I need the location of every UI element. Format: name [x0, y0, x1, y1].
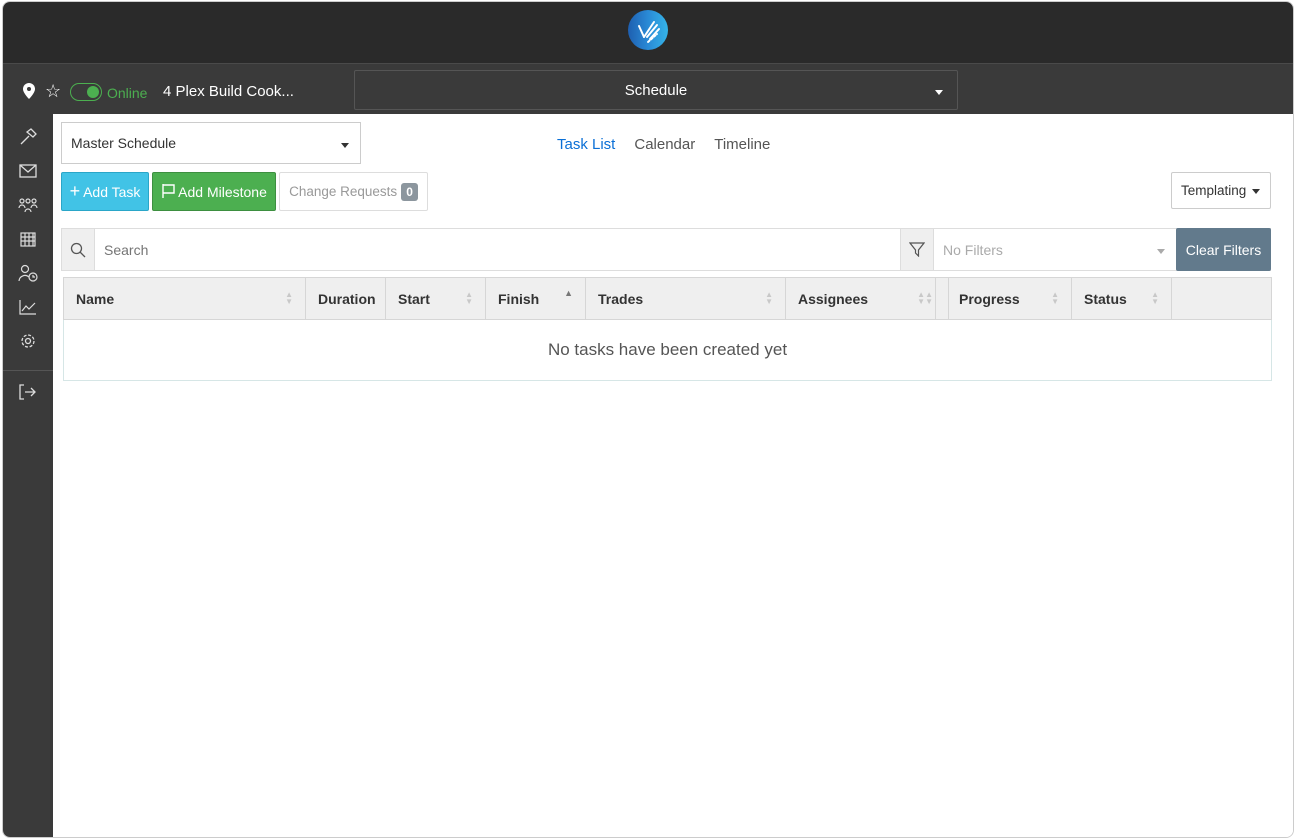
location-pin-icon[interactable]	[23, 83, 35, 104]
filter-icon	[900, 229, 934, 270]
chart-icon[interactable]	[3, 290, 53, 324]
column-header-start[interactable]: Start ▲ ▼	[386, 278, 486, 319]
chevron-down-icon	[1157, 249, 1165, 254]
plus-icon: +	[69, 181, 81, 201]
empty-table-message: No tasks have been created yet	[63, 320, 1272, 381]
sidebar-divider	[3, 370, 53, 371]
column-label: Progress	[959, 290, 1020, 307]
templating-dropdown[interactable]: Templating	[1171, 172, 1271, 209]
filter-select[interactable]: No Filters	[935, 229, 1175, 270]
user-clock-icon[interactable]	[3, 256, 53, 290]
column-header-name[interactable]: Name ▲ ▼	[64, 278, 306, 319]
add-milestone-label: Add Milestone	[178, 183, 267, 200]
change-requests-button[interactable]: Change Requests 0	[279, 172, 428, 211]
templating-label: Templating	[1181, 183, 1247, 198]
hammer-icon[interactable]	[3, 120, 53, 154]
search-input[interactable]	[96, 229, 900, 270]
main-content: Master Schedule Task List Calendar Timel…	[53, 114, 1293, 837]
tab-timeline[interactable]: Timeline	[714, 136, 770, 153]
chevron-down-icon	[935, 90, 943, 95]
online-status: Online	[107, 85, 148, 101]
add-task-label: Add Task	[83, 183, 141, 200]
add-milestone-button[interactable]: Add Milestone	[152, 172, 276, 211]
column-header-duration[interactable]: Duration	[306, 278, 386, 319]
column-header-finish[interactable]: Finish ▲	[486, 278, 586, 319]
column-header-progress[interactable]: Progress ▲ ▼	[947, 278, 1072, 319]
search-icon	[62, 229, 95, 270]
sort-icon: ▲▲ ▼▼	[917, 290, 933, 306]
chevron-down-icon	[341, 143, 349, 148]
sort-icon: ▲ ▼	[285, 290, 293, 306]
tab-calendar[interactable]: Calendar	[634, 136, 695, 153]
column-header-assignees[interactable]: Assignees ▲▲ ▼▼	[786, 278, 936, 319]
column-label: Status	[1084, 290, 1127, 307]
column-label: Start	[398, 290, 430, 307]
table-header: Name ▲ ▼ Duration Start ▲ ▼ Finish ▲ Trades ▲ ▼…	[63, 277, 1272, 320]
add-task-button[interactable]: + Add Task	[61, 172, 149, 211]
change-requests-badge: 0	[401, 182, 418, 201]
tab-task-list[interactable]: Task List	[557, 136, 615, 153]
project-bar: ☆ Online 4 Plex Build Cook... Schedule	[3, 64, 1293, 114]
column-label: Finish	[498, 290, 540, 307]
view-tabs: Task List Calendar Timeline	[557, 136, 770, 153]
flag-icon	[161, 183, 176, 201]
sort-icon: ▲ ▼	[465, 290, 473, 306]
top-bar	[3, 2, 1293, 64]
calendar-icon[interactable]	[3, 222, 53, 256]
logout-icon[interactable]	[3, 375, 53, 409]
section-select[interactable]: Schedule	[354, 70, 958, 110]
app-window: ☆ Online 4 Plex Build Cook... Schedule M…	[2, 1, 1294, 838]
filter-select-value: No Filters	[943, 241, 1003, 258]
column-label: Assignees	[798, 290, 869, 307]
column-label: Duration	[318, 290, 376, 307]
users-icon[interactable]	[3, 188, 53, 222]
sidebar	[3, 114, 53, 837]
change-requests-label: Change Requests	[289, 184, 398, 199]
star-icon[interactable]: ☆	[45, 82, 61, 100]
search-bar: No Filters Clear Filters	[61, 228, 1271, 271]
schedule-select-value: Master Schedule	[71, 135, 177, 151]
project-name[interactable]: 4 Plex Build Cook...	[163, 83, 294, 100]
schedule-select[interactable]: Master Schedule	[61, 122, 361, 164]
sort-ascending-icon: ▲	[564, 288, 573, 298]
mail-icon[interactable]	[3, 154, 53, 188]
section-label: Schedule	[624, 81, 688, 99]
sort-icon: ▲ ▼	[765, 290, 773, 306]
column-header-status[interactable]: Status ▲ ▼	[1072, 278, 1172, 319]
online-toggle[interactable]	[70, 83, 102, 101]
sort-icon: ▲ ▼	[1051, 290, 1059, 306]
sort-icon: ▲ ▼	[1151, 290, 1159, 306]
column-label: Trades	[598, 290, 644, 307]
gear-icon[interactable]	[3, 324, 53, 358]
chevron-down-icon	[1252, 189, 1260, 194]
app-logo[interactable]	[628, 10, 668, 50]
empty-text: No tasks have been created yet	[547, 340, 788, 359]
clear-filters-button[interactable]: Clear Filters	[1176, 228, 1271, 271]
column-header-trades[interactable]: Trades ▲ ▼	[586, 278, 786, 319]
column-label: Name	[76, 290, 115, 307]
